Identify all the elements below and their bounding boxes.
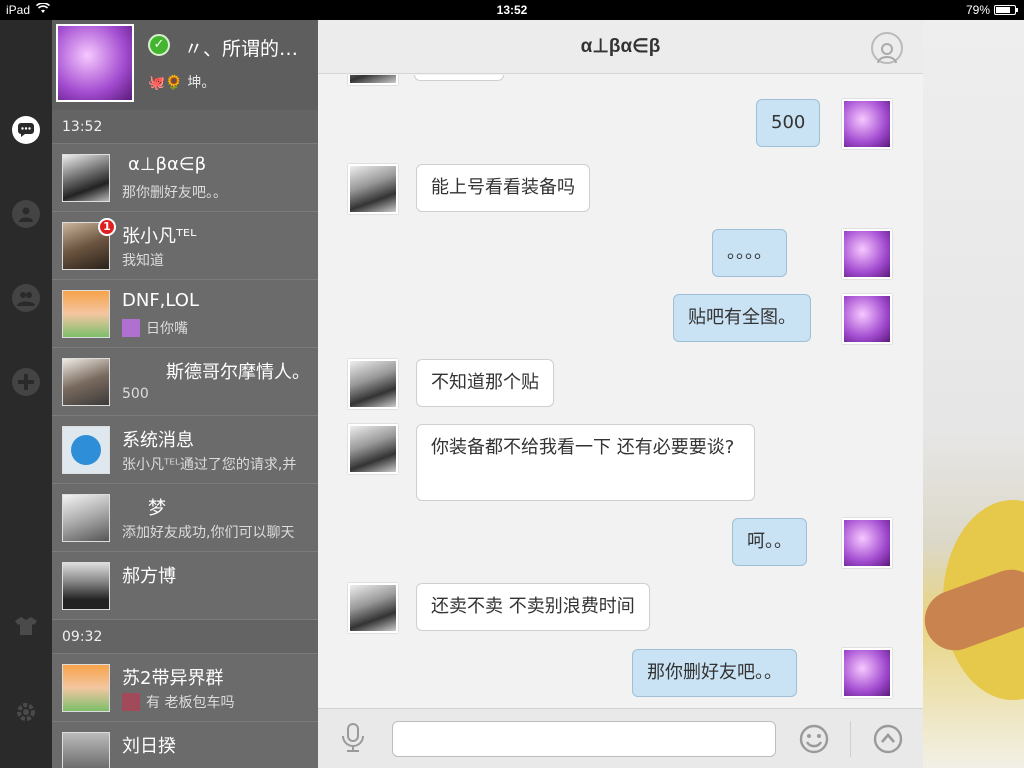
conversation-name: 系统消息 — [122, 430, 194, 451]
conversation-preview: 500 — [122, 386, 149, 402]
messages-icon[interactable] — [12, 116, 40, 144]
battery-percent: 79% — [965, 3, 990, 17]
conversation-row[interactable]: 系统消息 张小凡ᵀᴱᴸ通过了您的请求,并 — [52, 416, 318, 484]
avatar — [62, 358, 110, 406]
avatar — [62, 290, 110, 338]
my-name: 〃、所谓的… — [184, 38, 299, 60]
conversation-name: 郝方博 — [122, 566, 176, 587]
time-separator: 13:52 — [52, 110, 318, 144]
sidebar-rail — [0, 20, 52, 768]
message-bubble: 不知道那个贴 — [416, 359, 554, 407]
my-avatar — [842, 294, 892, 344]
conversation-row[interactable]: DNF,LOL 日你嘴 — [52, 280, 318, 348]
my-profile[interactable]: ✓ 〃、所谓的… 🐙🌻 坤。 — [52, 20, 318, 110]
time-separator: 09:32 — [52, 620, 318, 654]
avatar — [62, 426, 110, 474]
message-bubble: 那你删好友吧。。 — [632, 649, 797, 697]
conversation-row[interactable]: 梦 添加好友成功,你们可以聊天 — [52, 484, 318, 552]
sender-avatar — [122, 693, 140, 711]
discover-icon[interactable] — [12, 368, 40, 396]
my-signature: 🐙🌻 坤。 — [148, 75, 216, 91]
friend-avatar — [348, 359, 398, 409]
message-bubble: 贴吧有全图。 — [673, 294, 811, 342]
message-bubble: 500 — [756, 99, 821, 147]
chat-panel: α⊥βα∈β 500 能上号看看装备吗 。。。。 贴吧有全图。 不知道那个贴 你… — [318, 20, 923, 768]
background-image — [916, 20, 1024, 768]
friend-avatar — [348, 75, 398, 85]
avatar — [62, 732, 110, 768]
message-bubble: 能上号看看装备吗 — [416, 164, 590, 212]
conversation-preview: 那你删好友吧。。 — [122, 185, 227, 201]
status-time: 13:52 — [496, 3, 528, 17]
conversation-name: 张小凡ᵀᴱᴸ — [122, 226, 197, 247]
my-avatar — [842, 648, 892, 698]
conversation-row[interactable]: 郝方博 — [52, 552, 318, 620]
conversation-name: 刘日揆 — [122, 736, 176, 757]
message-bubble: 。。。。 — [712, 229, 787, 277]
avatar — [62, 154, 110, 202]
chat-header: α⊥βα∈β — [318, 20, 923, 74]
emoji-icon[interactable] — [798, 723, 830, 759]
conversation-row[interactable]: 刘日揆 — [52, 722, 318, 768]
my-avatar — [842, 229, 892, 279]
my-avatar — [842, 518, 892, 568]
speaker-icon — [71, 435, 101, 465]
my-avatar — [842, 99, 892, 149]
message-bubble: 还卖不卖 不卖别浪费时间 — [416, 583, 650, 631]
battery-icon — [994, 5, 1018, 15]
conversation-list: ✓ 〃、所谓的… 🐙🌻 坤。 13:52 α⊥βα∈β 那你删好友吧。。 1 张… — [52, 20, 318, 768]
expand-up-icon[interactable] — [872, 723, 904, 759]
conversation-name: DNF,LOL — [122, 290, 199, 311]
conversation-row[interactable]: 1 张小凡ᵀᴱᴸ 我知道 — [52, 212, 318, 280]
groups-icon[interactable] — [12, 284, 40, 312]
avatar — [62, 664, 110, 712]
conversation-name: 斯德哥尔摩情人。 — [166, 362, 310, 383]
conversation-preview: 日你嘴 — [122, 318, 188, 338]
friend-avatar — [348, 424, 398, 474]
friend-avatar — [348, 164, 398, 214]
input-bar — [318, 708, 923, 768]
message-list: 500 能上号看看装备吗 。。。。 贴吧有全图。 不知道那个贴 你装备都不给我看… — [318, 75, 923, 708]
conversation-row[interactable]: α⊥βα∈β 那你删好友吧。。 — [52, 144, 318, 212]
contacts-icon[interactable] — [12, 200, 40, 228]
sender-avatar — [122, 319, 140, 337]
message-bubble: 呵。。 — [732, 518, 807, 566]
online-status-icon: ✓ — [148, 34, 170, 56]
avatar — [62, 494, 110, 542]
conversation-preview: 张小凡ᵀᴱᴸ通过了您的请求,并 — [122, 457, 297, 473]
message-bubble: 你装备都不给我看一下 还有必要要谈? — [416, 424, 755, 501]
conversation-preview: 我知道 — [122, 253, 164, 269]
microphone-icon[interactable] — [340, 723, 366, 757]
message-input[interactable] — [392, 721, 776, 757]
conversation-row[interactable]: 斯德哥尔摩情人。 500 — [52, 348, 318, 416]
chat-title: α⊥βα∈β — [580, 36, 661, 57]
conversation-preview: 添加好友成功,你们可以聊天 — [122, 525, 295, 541]
my-avatar[interactable] — [56, 24, 134, 102]
unread-badge: 1 — [98, 218, 116, 236]
conversation-row[interactable]: 苏2带异界群 有 老板包车吗 — [52, 654, 318, 722]
conversation-name: 梦 — [148, 498, 166, 519]
profile-button[interactable] — [871, 32, 903, 64]
person-icon — [877, 43, 897, 64]
settings-icon[interactable] — [12, 698, 40, 726]
conversation-name: α⊥βα∈β — [128, 154, 207, 175]
status-bar: iPad 13:52 79% — [0, 0, 1024, 20]
input-divider — [850, 721, 851, 757]
conversation-name: 苏2带异界群 — [122, 668, 224, 689]
theme-icon[interactable] — [12, 612, 40, 640]
friend-avatar — [348, 583, 398, 633]
avatar — [62, 562, 110, 610]
message-bubble — [414, 75, 504, 81]
conversation-preview: 有 老板包车吗 — [122, 692, 234, 712]
